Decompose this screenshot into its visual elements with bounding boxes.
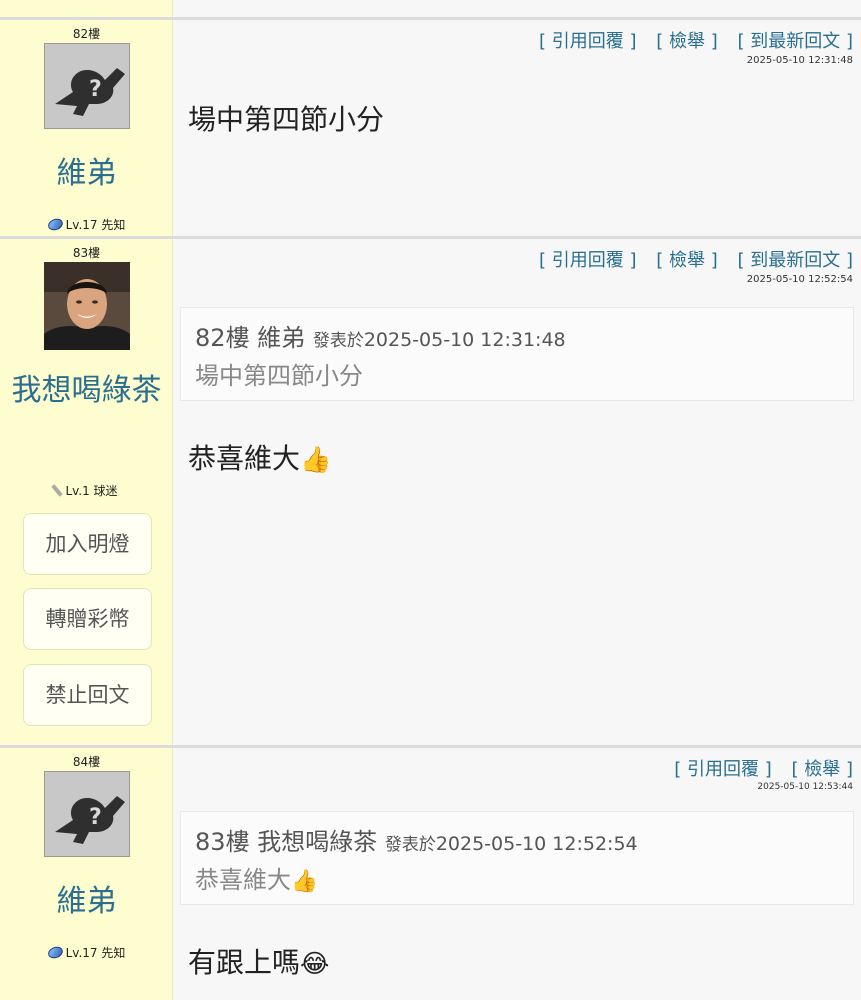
post-timestamp: 2025-05-10 12:31:48 xyxy=(746,55,853,66)
post-body: 場中第四節小分 xyxy=(188,103,385,136)
username[interactable]: 維弟 xyxy=(0,878,173,926)
ban-reply-button[interactable]: 禁止回文 xyxy=(23,664,152,726)
post-actions: [ 引用回覆 ] [ 檢舉 ] [ 到最新回文 ] xyxy=(525,27,853,53)
user-level: Lv.17 先知 xyxy=(0,944,173,961)
default-avatar[interactable]: ? xyxy=(44,43,130,129)
laughing-tears-icon: 😂 xyxy=(300,949,330,978)
quote-reply-link[interactable]: [ 引用回覆 ] xyxy=(539,250,637,271)
report-link[interactable]: [ 檢舉 ] xyxy=(656,250,718,271)
user-level: Lv.17 先知 xyxy=(0,216,173,233)
gift-coins-button[interactable]: 轉贈彩幣 xyxy=(23,588,152,650)
quote-text: 恭喜維大👍 xyxy=(195,866,318,894)
post-actions: [ 引用回覆 ] [ 檢舉 ] xyxy=(660,755,853,781)
post-84-content: [ 引用回覆 ] [ 檢舉 ] 2025-05-10 12:53:44 83樓 … xyxy=(173,748,861,1000)
post-83-content: [ 引用回覆 ] [ 檢舉 ] [ 到最新回文 ] 2025-05-10 12:… xyxy=(173,239,861,745)
quote-header: 83樓 我想喝綠茶 發表於2025-05-10 12:52:54 xyxy=(195,822,638,857)
latest-reply-link[interactable]: [ 到最新回文 ] xyxy=(738,31,854,52)
quote-author: 我想喝綠茶 xyxy=(257,828,378,856)
floor-number: 82樓 xyxy=(72,27,101,41)
post-82: 82樓 ? 維弟 Lv.17 先知 [ 引用回覆 ] [ 檢舉 ] [ 到最新回… xyxy=(0,20,861,239)
quote-reply-link[interactable]: [ 引用回覆 ] xyxy=(539,31,637,52)
floor-number: 84樓 xyxy=(72,755,101,769)
post-body: 恭喜維大👍 xyxy=(188,442,332,475)
quote-author: 維弟 xyxy=(257,324,306,352)
post-82-content: [ 引用回覆 ] [ 檢舉 ] [ 到最新回文 ] 2025-05-10 12:… xyxy=(173,20,861,236)
quote-posted-label: 發表於 xyxy=(312,331,364,351)
quote-text: 場中第四節小分 xyxy=(195,362,363,390)
thumbs-up-icon: 👍 xyxy=(291,869,318,894)
thumbs-up-icon: 👍 xyxy=(300,445,332,474)
user-avatar-photo[interactable] xyxy=(44,262,130,350)
quote-time: 2025-05-10 12:52:54 xyxy=(435,833,638,855)
report-link[interactable]: [ 檢舉 ] xyxy=(656,31,718,52)
quote-time: 2025-05-10 12:31:48 xyxy=(363,329,566,351)
post-84: 84樓 ? 維弟 Lv.17 先知 [ 引用回覆 ] [ 檢舉 ] 2025-0… xyxy=(0,748,861,1000)
post-actions: [ 引用回覆 ] [ 檢舉 ] [ 到最新回文 ] xyxy=(525,246,853,272)
previous-post-main xyxy=(173,0,861,17)
level-pen-icon xyxy=(51,484,64,497)
question-mark-silhouette-icon: ? xyxy=(55,796,125,844)
username[interactable]: 我想喝綠茶 xyxy=(0,367,173,415)
quoted-post: 83樓 我想喝綠茶 發表於2025-05-10 12:52:54 恭喜維大👍 xyxy=(180,811,854,905)
post-82-sidebar: 82樓 ? 維弟 Lv.17 先知 xyxy=(0,20,173,236)
question-mark-silhouette-icon: ? xyxy=(55,68,125,116)
floor-number: 83樓 xyxy=(72,246,101,260)
post-timestamp: 2025-05-10 12:52:54 xyxy=(746,274,853,285)
username[interactable]: 維弟 xyxy=(0,150,173,198)
latest-reply-link[interactable]: [ 到最新回文 ] xyxy=(738,250,854,271)
previous-post xyxy=(0,0,861,20)
report-link[interactable]: [ 檢舉 ] xyxy=(792,759,854,780)
quoted-post: 82樓 維弟 發表於2025-05-10 12:31:48 場中第四節小分 xyxy=(180,307,854,401)
post-83-sidebar: 83樓 我想喝綠茶 Lv.1 球迷 加入明燈 轉贈彩幣 禁止回文 xyxy=(0,239,173,745)
level-gem-icon xyxy=(46,216,65,233)
level-gem-icon xyxy=(46,944,65,961)
user-level: Lv.1 球迷 xyxy=(0,482,173,499)
post-timestamp: 2025-05-10 12:53:44 xyxy=(757,782,853,792)
portrait-avatar-icon xyxy=(44,262,130,350)
quote-header: 82樓 維弟 發表於2025-05-10 12:31:48 xyxy=(195,318,566,353)
default-avatar[interactable]: ? xyxy=(44,771,130,857)
quote-floor: 82樓 xyxy=(195,324,250,352)
quote-posted-label: 發表於 xyxy=(384,835,436,855)
quote-reply-link[interactable]: [ 引用回覆 ] xyxy=(674,759,772,780)
svg-text:?: ? xyxy=(89,77,102,102)
post-83: 83樓 我想喝綠茶 Lv.1 球迷 加入明燈 轉贈彩幣 禁止回文 [ 引用回覆 … xyxy=(0,239,861,748)
post-body: 有跟上嗎😂 xyxy=(188,946,330,979)
add-favorite-button[interactable]: 加入明燈 xyxy=(23,513,152,575)
svg-text:?: ? xyxy=(89,805,102,830)
post-84-sidebar: 84樓 ? 維弟 Lv.17 先知 xyxy=(0,748,173,1000)
previous-post-sidebar xyxy=(0,0,173,17)
quote-floor: 83樓 xyxy=(195,828,250,856)
